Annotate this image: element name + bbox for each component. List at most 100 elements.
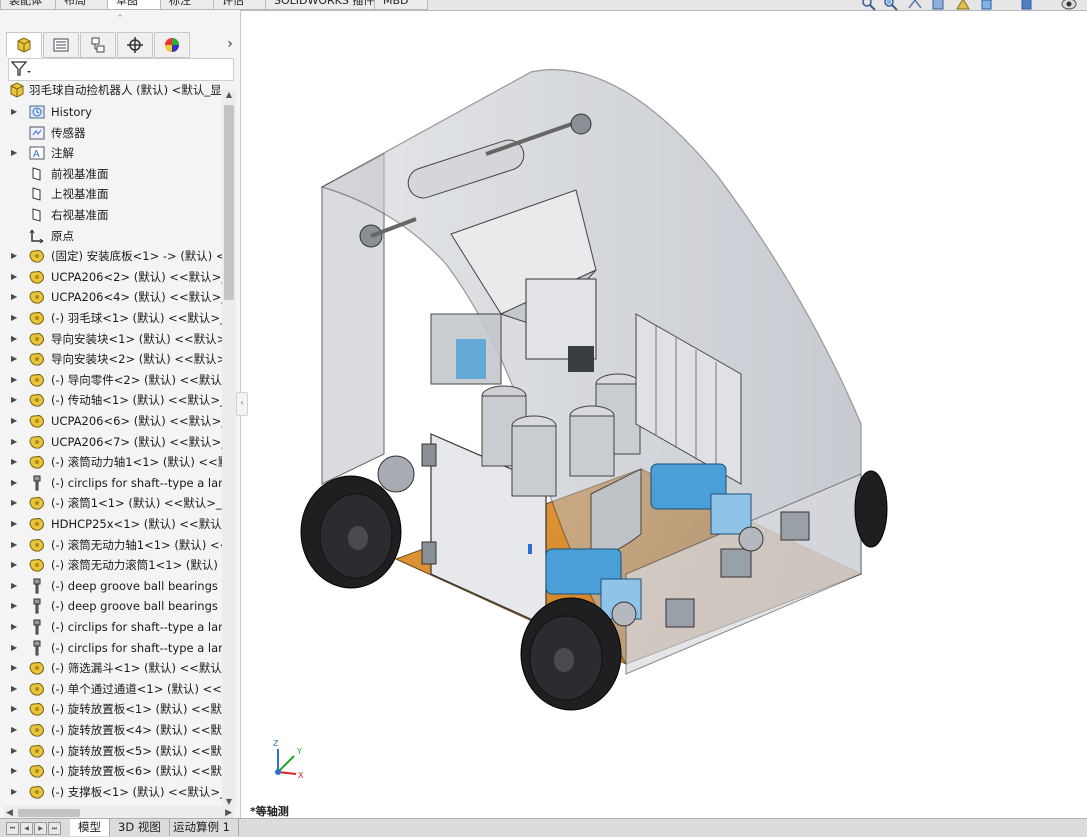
tree-item[interactable]: ▶ 导向安装块<2> (默认) <<默认>_ (0, 349, 222, 369)
tree-item[interactable]: ▶ (-) 旋转放置板<6> (默认) <<默认 (0, 761, 222, 781)
tree-item[interactable]: ▶ (-) circlips for shaft--type a larg (0, 617, 222, 637)
tree-item[interactable]: 原点 (0, 226, 222, 246)
expand-arrow-icon[interactable]: ▶ (11, 741, 19, 761)
expand-arrow-icon[interactable]: ▶ (11, 596, 19, 616)
expand-arrow-icon[interactable]: ▶ (11, 761, 19, 781)
section-view-icon[interactable] (931, 0, 947, 11)
tree-item[interactable]: ▶ A 注解 (0, 143, 222, 163)
expand-arrow-icon[interactable]: ▶ (11, 411, 19, 431)
tab-assembly[interactable]: 装配体 (0, 0, 62, 10)
tree-item[interactable]: ▶ (-) 旋转放置板<4> (默认) <<默认 (0, 720, 222, 740)
tree-item[interactable]: ▶ (-) 滚筒无动力轴1<1> (默认) <<默 (0, 535, 222, 555)
tree-vertical-scrollbar[interactable]: ▲ ▼ (222, 90, 236, 806)
tree-item[interactable]: ▶ UCPA206<2> (默认) <<默认>_显 (0, 267, 222, 287)
tree-item[interactable]: ▶ (-) circlips for shaft--type a larg (0, 638, 222, 658)
tab-3d-view[interactable]: 3D 视图 (110, 819, 170, 836)
tree-filter[interactable] (8, 58, 234, 81)
tab-display-manager[interactable] (154, 32, 190, 58)
tree-item[interactable]: ▶ UCPA206<6> (默认) <<默认>_显 (0, 411, 222, 431)
tree-item[interactable]: 传感器 (0, 123, 222, 143)
tree-item[interactable]: ▶ UCPA206<4> (默认) <<默认>_显 (0, 287, 222, 307)
more-tabs-arrow[interactable]: › (222, 35, 238, 53)
tree-root-assembly[interactable]: 羽毛球自动捡机器人 (默认) <默认_显示 (0, 80, 222, 100)
left-rear-wheel[interactable] (300, 475, 402, 589)
expand-arrow-icon[interactable]: ▶ (11, 473, 19, 493)
horizontal-scrollbar-thumb[interactable] (18, 809, 80, 817)
expand-arrow-icon[interactable]: ▶ (11, 493, 19, 513)
expand-arrow-icon[interactable]: ▶ (11, 390, 19, 410)
tab-dimxpert[interactable] (117, 32, 153, 58)
tree-item[interactable]: ▶ (-) 旋转放置板<5> (默认) <<默认 (0, 741, 222, 761)
tab-sketch[interactable]: 草图 (107, 0, 165, 10)
previous-tab-button[interactable]: ◀ (20, 822, 33, 835)
scroll-down-arrow[interactable]: ▼ (222, 797, 236, 806)
expand-arrow-icon[interactable]: ▶ (11, 246, 19, 266)
tree-item[interactable]: ▶ (-) deep groove ball bearings g (0, 576, 222, 596)
hide-show-items-icon[interactable] (1061, 0, 1077, 11)
first-tab-button[interactable]: ⏮ (6, 822, 19, 835)
robot-assembly-model[interactable] (300, 69, 888, 711)
previous-view-icon[interactable] (907, 0, 923, 11)
expand-arrow-icon[interactable]: ▶ (11, 143, 19, 163)
expand-arrow-icon[interactable]: ▶ (11, 617, 19, 637)
expand-arrow-icon[interactable]: ▶ (11, 679, 19, 699)
tree-item[interactable]: ▶ (-) circlips for shaft--type a larg (0, 473, 222, 493)
tab-markup[interactable]: 标注 (160, 0, 218, 10)
tab-configurationmanager[interactable] (80, 32, 116, 58)
scrollbar-thumb[interactable] (224, 105, 234, 300)
tree-item[interactable]: 前视基准面 (0, 164, 222, 184)
zoom-to-area-icon[interactable] (883, 0, 899, 11)
expand-arrow-icon[interactable]: ▶ (11, 349, 19, 369)
expand-arrow-icon[interactable]: ▶ (11, 267, 19, 287)
front-wheel[interactable] (520, 597, 622, 711)
tree-item[interactable]: ▶ (-) 滚筒1<1> (默认) <<默认>_显 (0, 493, 222, 513)
right-rear-wheel[interactable] (854, 470, 888, 548)
last-tab-button[interactable]: ⏭ (48, 822, 61, 835)
tree-item[interactable]: ▶ (-) 滚筒无动力滚筒1<1> (默认) < (0, 555, 222, 575)
expand-arrow-icon[interactable]: ▶ (11, 782, 19, 802)
tree-item[interactable]: ▶ (-) deep groove ball bearings g (0, 596, 222, 616)
expand-arrow-icon[interactable]: ▶ (11, 514, 19, 534)
expand-arrow-icon[interactable]: ▶ (11, 576, 19, 596)
zoom-to-fit-icon[interactable] (861, 0, 877, 11)
tab-solidworks-addins[interactable]: SOLIDWORKS 插件 (265, 0, 379, 10)
tree-item[interactable]: ▶ (-) 羽毛球<1> (默认) <<默认>_显 (0, 308, 222, 328)
tree-item[interactable]: ▶ History (0, 102, 222, 122)
expand-arrow-icon[interactable]: ▶ (11, 699, 19, 719)
tab-layout[interactable]: 布局 (55, 0, 113, 10)
tab-model[interactable]: 模型 (70, 819, 110, 836)
expand-arrow-icon[interactable]: ▶ (11, 287, 19, 307)
tree-item[interactable]: 上视基准面 (0, 184, 222, 204)
view-orientation-icon[interactable] (979, 0, 995, 11)
expand-arrow-icon[interactable]: ▶ (11, 720, 19, 740)
tree-item[interactable]: ▶ UCPA206<7> (默认) <<默认>_显 (0, 432, 222, 452)
panel-grip[interactable]: ⌃ (0, 10, 240, 30)
tab-mbd[interactable]: MBD (374, 0, 428, 10)
tree-item[interactable]: ▶ (-) 单个通过通道<1> (默认) <<默 (0, 679, 222, 699)
tree-item[interactable]: ▶ (-) 传动轴<1> (默认) <<默认>_显 (0, 390, 222, 410)
expand-arrow-icon[interactable]: ▶ (11, 452, 19, 472)
tree-item[interactable]: 右视基准面 (0, 205, 222, 225)
expand-arrow-icon[interactable]: ▶ (11, 555, 19, 575)
graphics-area[interactable]: Z Y X (246, 14, 1087, 818)
next-tab-button[interactable]: ▶ (34, 822, 47, 835)
tree-item[interactable]: ▶ (固定) 安装底板<1> -> (默认) << (0, 246, 222, 266)
expand-arrow-icon[interactable]: ▶ (11, 308, 19, 328)
tree-item[interactable]: ▶ (-) 滚筒动力轴1<1> (默认) <<默i (0, 452, 222, 472)
tree-item[interactable]: ▶ (-) 筛选漏斗<1> (默认) <<默认>_ (0, 658, 222, 678)
tree-item[interactable]: ▶ (-) 导向零件<2> (默认) <<默认>_ (0, 370, 222, 390)
tab-motion-study[interactable]: 运动算例 1 (165, 819, 239, 836)
expand-arrow-icon[interactable]: ▶ (11, 102, 19, 122)
tab-featuremanager[interactable] (6, 32, 42, 58)
expand-arrow-icon[interactable]: ▶ (11, 432, 19, 452)
expand-arrow-icon[interactable]: ▶ (11, 658, 19, 678)
expand-arrow-icon[interactable]: ▶ (11, 370, 19, 390)
expand-arrow-icon[interactable]: ▶ (11, 638, 19, 658)
dynamic-annotation-icon[interactable] (955, 0, 971, 11)
scroll-up-arrow[interactable]: ▲ (222, 90, 236, 99)
display-style-icon[interactable] (1019, 0, 1035, 11)
tree-item[interactable]: ▶ (-) 旋转放置板<1> (默认) <<默认 (0, 699, 222, 719)
tree-item[interactable]: ▶ 导向安装块<1> (默认) <<默认>_ (0, 329, 222, 349)
expand-arrow-icon[interactable]: ▶ (11, 535, 19, 555)
expand-arrow-icon[interactable]: ▶ (11, 329, 19, 349)
